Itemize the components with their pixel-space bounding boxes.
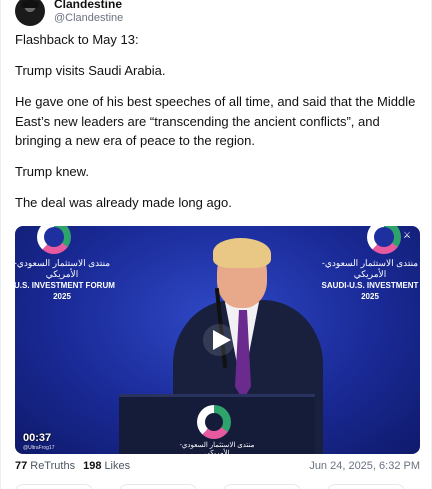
podium: منتدى الاستثمار السعودي-الأمريكي [119, 394, 315, 454]
banner-year: 2025 [53, 292, 71, 301]
forum-banner-right: منتدى الاستثمار السعودي-الأمريكي SAUDI-U… [314, 258, 420, 302]
forum-logo-icon [37, 226, 71, 254]
banner-title: I-U.S. INVESTMENT FORUM [15, 281, 115, 290]
post-stats: 77 ReTruths 198 Likes Jun 24, 2025, 6:32… [15, 460, 420, 472]
post-paragraph: Trump knew. [15, 164, 89, 179]
video-watermark: @UltraFrog17 [23, 445, 55, 451]
action-bar [15, 484, 420, 489]
banner-arabic: منتدى الاستثمار السعودي-الأمريكي [321, 258, 419, 279]
video-player[interactable]: ⚔ منتدى الاستثمار السعودي-الأمريكي I-U.S… [15, 226, 420, 454]
author-display-name[interactable]: Clandestine [54, 0, 123, 11]
post-paragraph: He gave one of his best speeches of all … [15, 94, 416, 148]
author-handle[interactable]: @Clandestine [54, 11, 123, 25]
retruths-label[interactable]: ReTruths [30, 460, 75, 472]
avatar[interactable] [15, 0, 45, 26]
reply-button[interactable] [15, 484, 93, 489]
retruth-button[interactable] [119, 484, 197, 489]
forum-banner-left: منتدى الاستثمار السعودي-الأمريكي I-U.S. … [15, 258, 117, 302]
forum-logo-icon [197, 405, 231, 439]
banner-title: SAUDI-U.S. INVESTMENT [321, 281, 419, 290]
post-paragraph: The deal was already made long ago. [15, 195, 232, 210]
banner-arabic: منتدى الاستثمار السعودي-الأمريكي [15, 258, 111, 279]
video-duration: 00:37 [23, 432, 52, 444]
post-timestamp[interactable]: Jun 24, 2025, 6:32 PM [309, 460, 420, 472]
author-block: Clandestine @Clandestine [54, 0, 123, 25]
banner-year: 2025 [361, 292, 379, 301]
post-header: Clandestine @Clandestine [15, 0, 123, 26]
forum-logo-icon [367, 226, 401, 254]
play-icon[interactable] [203, 324, 235, 356]
post-body: Flashback to May 13: Trump visits Saudi … [15, 30, 420, 224]
share-button[interactable] [327, 484, 405, 489]
speaker-hair [213, 238, 271, 268]
post-card: Clandestine @Clandestine Flashback to Ma… [0, 0, 432, 489]
like-button[interactable] [223, 484, 301, 489]
retruths-count[interactable]: 77 [15, 460, 27, 472]
likes-count[interactable]: 198 [83, 460, 101, 472]
podium-text: منتدى الاستثمار السعودي-الأمريكي [179, 442, 255, 454]
likes-label[interactable]: Likes [104, 460, 130, 472]
saudi-emblem-icon: ⚔ [403, 230, 412, 240]
post-paragraph: Flashback to May 13: [15, 32, 139, 47]
post-paragraph: Trump visits Saudi Arabia. [15, 63, 166, 78]
